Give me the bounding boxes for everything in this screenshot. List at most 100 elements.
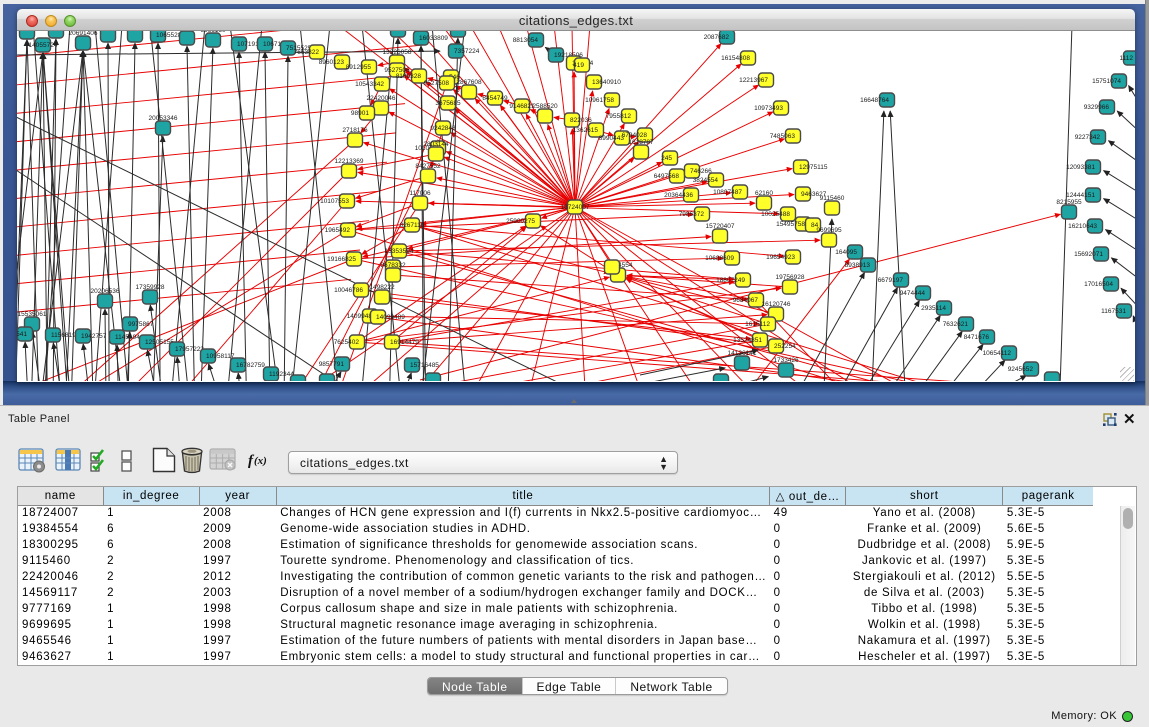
svg-text:7357224: 7357224	[454, 48, 480, 55]
svg-text:18724007: 18724007	[561, 204, 590, 211]
svg-text:9242848: 9242848	[430, 125, 456, 132]
svg-text:9329966: 9329966	[1084, 104, 1110, 111]
svg-text:20364436: 20364436	[664, 192, 693, 199]
svg-text:19166825: 19166825	[327, 256, 356, 263]
svg-text:10807487: 10807487	[713, 189, 742, 196]
svg-text:15495758: 15495758	[776, 221, 805, 228]
svg-text:2867608: 2867608	[456, 79, 482, 86]
svg-text:245: 245	[661, 155, 672, 162]
svg-text:10958117: 10958117	[206, 353, 235, 360]
svg-text:10107553: 10107553	[320, 198, 349, 205]
svg-text:8454749: 8454749	[482, 95, 508, 102]
svg-text:98901: 98901	[351, 110, 369, 117]
svg-text:8215955: 8215955	[1056, 199, 1082, 206]
svg-text:9527508: 9527508	[424, 80, 450, 87]
svg-text:8938913: 8938913	[845, 262, 871, 269]
svg-text:117006: 117006	[409, 190, 431, 197]
svg-text:22420046: 22420046	[367, 95, 396, 102]
svg-text:1112: 1112	[1120, 55, 1134, 62]
svg-text:10025488: 10025488	[761, 211, 790, 218]
svg-text:10688609: 10688609	[705, 255, 734, 262]
svg-text:6966160: 6966160	[200, 31, 226, 34]
svg-text:9699695: 9699695	[816, 227, 842, 234]
svg-text:1618787: 1618787	[628, 139, 654, 146]
svg-text:7986372: 7986372	[679, 211, 705, 218]
svg-text:20206536: 20206536	[91, 288, 120, 295]
svg-text:9684067: 9684067	[733, 297, 759, 304]
svg-text:12975115: 12975115	[799, 164, 828, 171]
svg-text:19654923: 19654923	[766, 254, 795, 261]
svg-text:9146821: 9146821	[509, 103, 535, 110]
svg-text:17359928: 17359928	[136, 284, 165, 291]
svg-text:9227342: 9227342	[1075, 134, 1101, 141]
svg-text:6679197: 6679197	[878, 277, 904, 284]
svg-text:9115460: 9115460	[820, 195, 845, 202]
svg-text:2803144: 2803144	[423, 141, 449, 148]
svg-text:8427552: 8427552	[415, 163, 441, 170]
svg-text:16120746: 16120746	[762, 301, 791, 308]
svg-text:12213369: 12213369	[335, 158, 364, 165]
svg-text:(x): (x)	[254, 455, 267, 467]
svg-text:25900275: 25900275	[506, 218, 535, 225]
svg-text:20691406: 20691406	[69, 31, 98, 37]
svg-text:9245652: 9245652	[1008, 366, 1034, 373]
svg-text:1615112: 1615112	[745, 321, 770, 328]
svg-text:2087682: 2087682	[704, 34, 730, 41]
svg-text:1498222: 1498222	[369, 284, 395, 291]
svg-text:15720407: 15720407	[706, 223, 735, 230]
svg-text:1362615: 1362615	[573, 127, 599, 134]
svg-text:7955812: 7955812	[606, 113, 632, 120]
svg-text:7663822: 7663822	[294, 49, 320, 56]
svg-text:1965492: 1965492	[325, 227, 351, 234]
svg-text:10046786: 10046786	[334, 287, 363, 294]
svg-text:6497568: 6497568	[654, 173, 680, 180]
svg-text:164095: 164095	[835, 249, 857, 256]
svg-text:20053346: 20053346	[149, 115, 178, 122]
svg-text:13640910: 13640910	[592, 79, 621, 86]
svg-text:2718176: 2718176	[342, 127, 368, 134]
svg-text:391541: 391541	[17, 331, 27, 338]
svg-text:16154808: 16154808	[721, 55, 750, 62]
svg-text:9474444: 9474444	[900, 290, 926, 297]
svg-text:1145194: 1145194	[115, 334, 140, 341]
svg-text:16033809: 16033809	[419, 35, 448, 42]
svg-text:1167531: 1167531	[1101, 308, 1126, 315]
svg-text:16648764: 16648764	[860, 97, 889, 104]
svg-text:1942757: 1942757	[81, 333, 107, 340]
svg-text:1527602: 1527602	[174, 31, 200, 32]
svg-text:62160: 62160	[755, 190, 773, 197]
svg-text:19756928: 19756928	[776, 274, 805, 281]
svg-text:18807249: 18807249	[716, 277, 745, 284]
svg-text:8990443: 8990443	[599, 135, 625, 142]
svg-text:7625402: 7625402	[334, 339, 360, 346]
svg-text:14136141: 14136141	[728, 350, 757, 357]
svg-text:7632621: 7632621	[943, 321, 969, 328]
svg-text:252254: 252254	[774, 343, 796, 350]
svg-text:3824554: 3824554	[693, 177, 719, 184]
svg-text:12213967: 12213967	[739, 77, 768, 84]
svg-text:8678332: 8678332	[380, 262, 406, 269]
svg-text:7485063: 7485063	[770, 133, 796, 140]
svg-text:10973493: 10973493	[754, 105, 783, 112]
svg-text:8267110: 8267110	[400, 222, 425, 229]
svg-text:10961758: 10961758	[585, 97, 614, 104]
svg-text:12093381: 12093381	[1066, 164, 1095, 171]
svg-text:10543342: 10543342	[355, 81, 384, 88]
svg-text:14055724: 14055724	[29, 42, 58, 49]
svg-text:2588520: 2588520	[532, 103, 558, 110]
svg-text:1733426: 1733426	[773, 357, 799, 364]
svg-text:8813054: 8813054	[513, 37, 539, 44]
svg-text:9857791: 9857791	[319, 361, 345, 368]
svg-text:8912955: 8912955	[346, 64, 372, 71]
svg-text:15716485: 15716485	[410, 362, 439, 369]
svg-text:15535061: 15535061	[18, 311, 47, 318]
svg-text:1409948: 1409948	[347, 313, 373, 320]
svg-text:822036: 822036	[570, 117, 592, 124]
svg-text:13353594: 13353594	[385, 248, 414, 255]
svg-text:1156819: 1156819	[51, 332, 76, 339]
svg-text:13524851: 13524851	[733, 337, 762, 344]
svg-text:419: 419	[573, 62, 584, 69]
svg-text:17016504: 17016504	[1084, 281, 1113, 288]
svg-text:16914479: 16914479	[390, 339, 419, 346]
svg-text:16210643: 16210643	[1068, 223, 1097, 230]
